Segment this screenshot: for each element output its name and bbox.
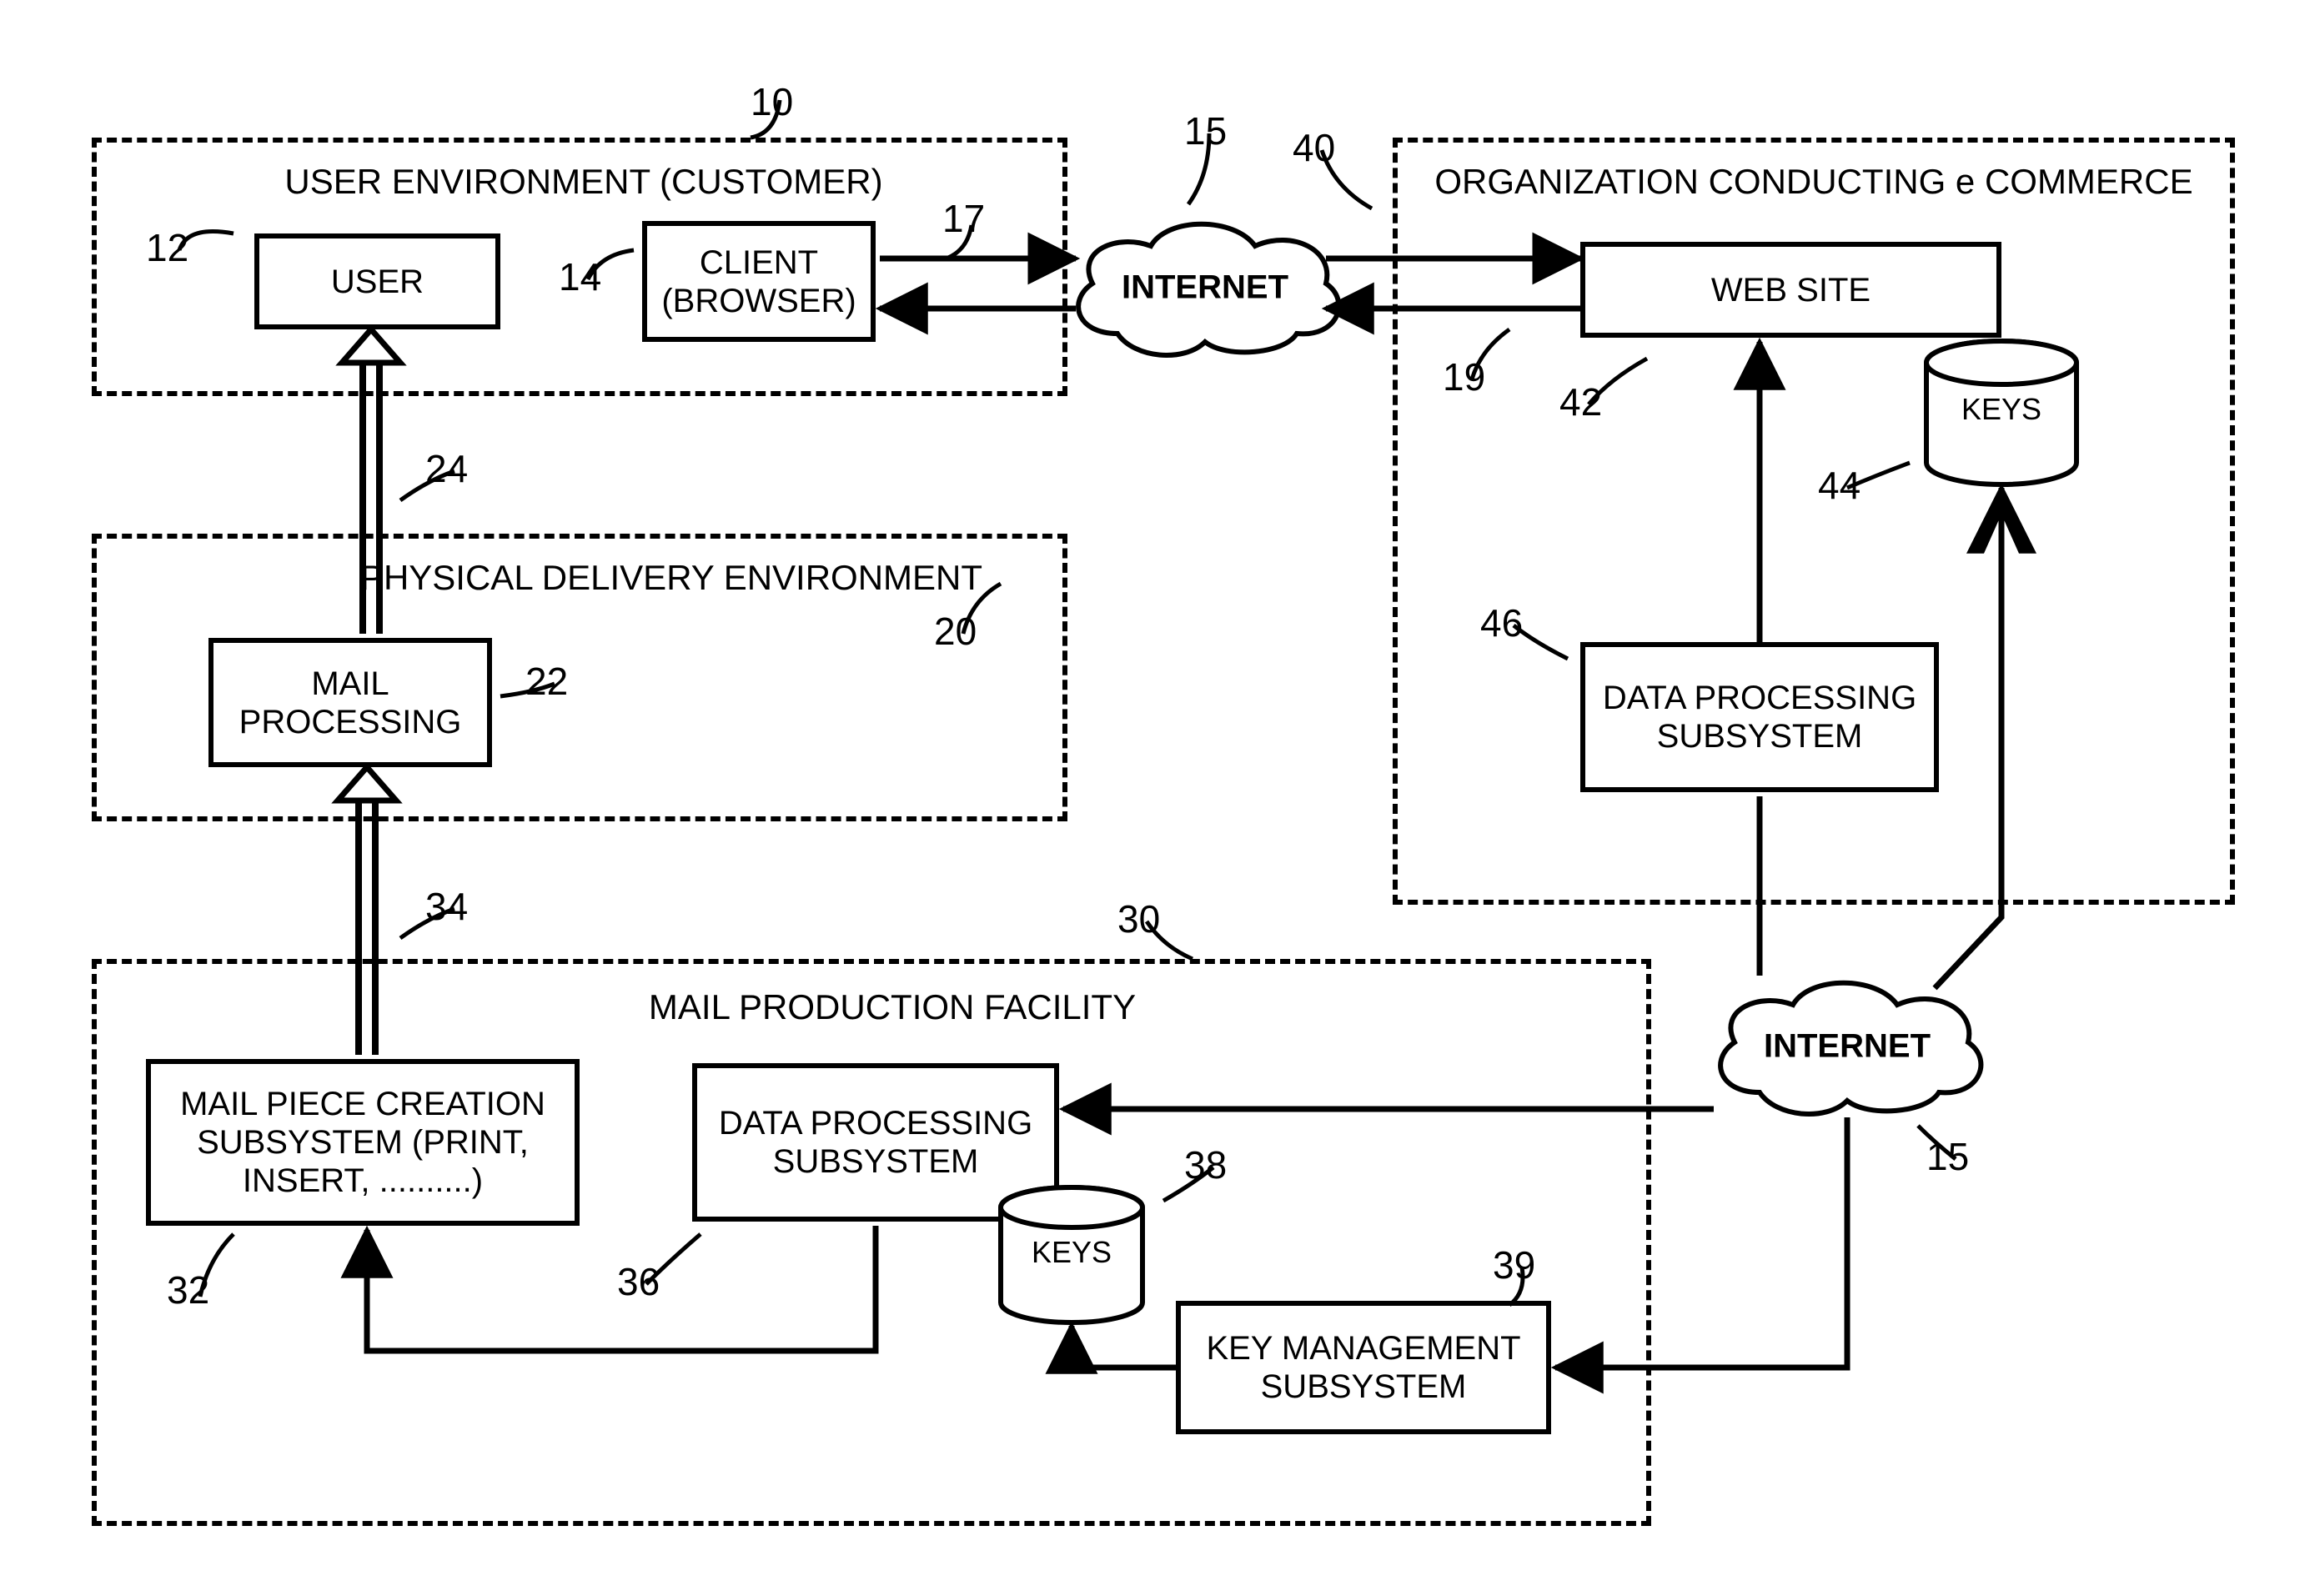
box-key-mgmt-label: KEY MANAGEMENT SUBSYSTEM — [1206, 1329, 1520, 1406]
ref-34: 34 — [425, 884, 468, 929]
ref-20: 20 — [934, 609, 977, 654]
ref-39: 39 — [1493, 1242, 1535, 1287]
box-dp-facility-label: DATA PROCESSING SUBSYSTEM — [719, 1104, 1032, 1181]
box-user: USER — [254, 233, 500, 329]
cloud-internet-top: INTERNET — [1059, 208, 1351, 367]
ref-36: 36 — [617, 1259, 660, 1304]
ref-15-right: 15 — [1926, 1134, 1969, 1179]
ref-46: 46 — [1480, 600, 1523, 645]
ref-42: 42 — [1559, 379, 1602, 424]
box-mail-processing-label: MAIL PROCESSING — [239, 665, 462, 741]
box-mail-piece-creation-label: MAIL PIECE CREATION SUBSYSTEM (PRINT, IN… — [180, 1085, 545, 1200]
ref-12: 12 — [146, 225, 188, 270]
cloud-internet-right-label: INTERNET — [1701, 1028, 1993, 1066]
ref-32: 32 — [167, 1267, 209, 1312]
ref-40: 40 — [1293, 125, 1335, 170]
ref-44: 44 — [1818, 463, 1861, 508]
ref-15-top: 15 — [1184, 108, 1227, 153]
box-mail-piece-creation: MAIL PIECE CREATION SUBSYSTEM (PRINT, IN… — [146, 1059, 580, 1226]
region-mail-production — [92, 959, 1651, 1526]
ref-24: 24 — [425, 446, 468, 491]
region-user-environment-title: USER ENVIRONMENT (CUSTOMER) — [267, 163, 901, 201]
box-dp-org-label: DATA PROCESSING SUBSYSTEM — [1603, 679, 1916, 755]
diagram-canvas: USER ENVIRONMENT (CUSTOMER) 10 USER 12 C… — [0, 0, 2320, 1596]
box-key-mgmt: KEY MANAGEMENT SUBSYSTEM — [1176, 1301, 1551, 1434]
box-website-label: WEB SITE — [1711, 271, 1871, 309]
ref-19: 19 — [1443, 354, 1485, 399]
ref-17: 17 — [942, 196, 985, 241]
db-keys-org: KEYS — [1918, 338, 2085, 488]
db-keys-facility-label: KEYS — [992, 1235, 1151, 1270]
region-org-ecommerce-title: ORGANIZATION CONDUCTING e COMMERCE — [1434, 163, 2193, 201]
ref-22: 22 — [525, 659, 568, 704]
box-user-label: USER — [331, 263, 424, 301]
ref-30: 30 — [1117, 896, 1160, 941]
box-website: WEB SITE — [1580, 242, 2001, 338]
db-keys-org-label: KEYS — [1918, 392, 2085, 427]
ref-38: 38 — [1184, 1142, 1227, 1187]
cloud-internet-right: INTERNET — [1701, 967, 1993, 1126]
box-mail-processing: MAIL PROCESSING — [208, 638, 492, 767]
box-client: CLIENT (BROWSER) — [642, 221, 876, 342]
db-keys-facility: KEYS — [992, 1184, 1151, 1326]
region-physical-delivery-title: PHYSICAL DELIVERY ENVIRONMENT — [359, 559, 984, 597]
region-mail-production-title: MAIL PRODUCTION FACILITY — [642, 988, 1142, 1026]
cloud-internet-top-label: INTERNET — [1059, 269, 1351, 307]
box-client-label: CLIENT (BROWSER) — [661, 243, 856, 320]
ref-14: 14 — [559, 254, 601, 299]
box-dp-org: DATA PROCESSING SUBSYSTEM — [1580, 642, 1939, 792]
ref-10: 10 — [751, 79, 793, 124]
